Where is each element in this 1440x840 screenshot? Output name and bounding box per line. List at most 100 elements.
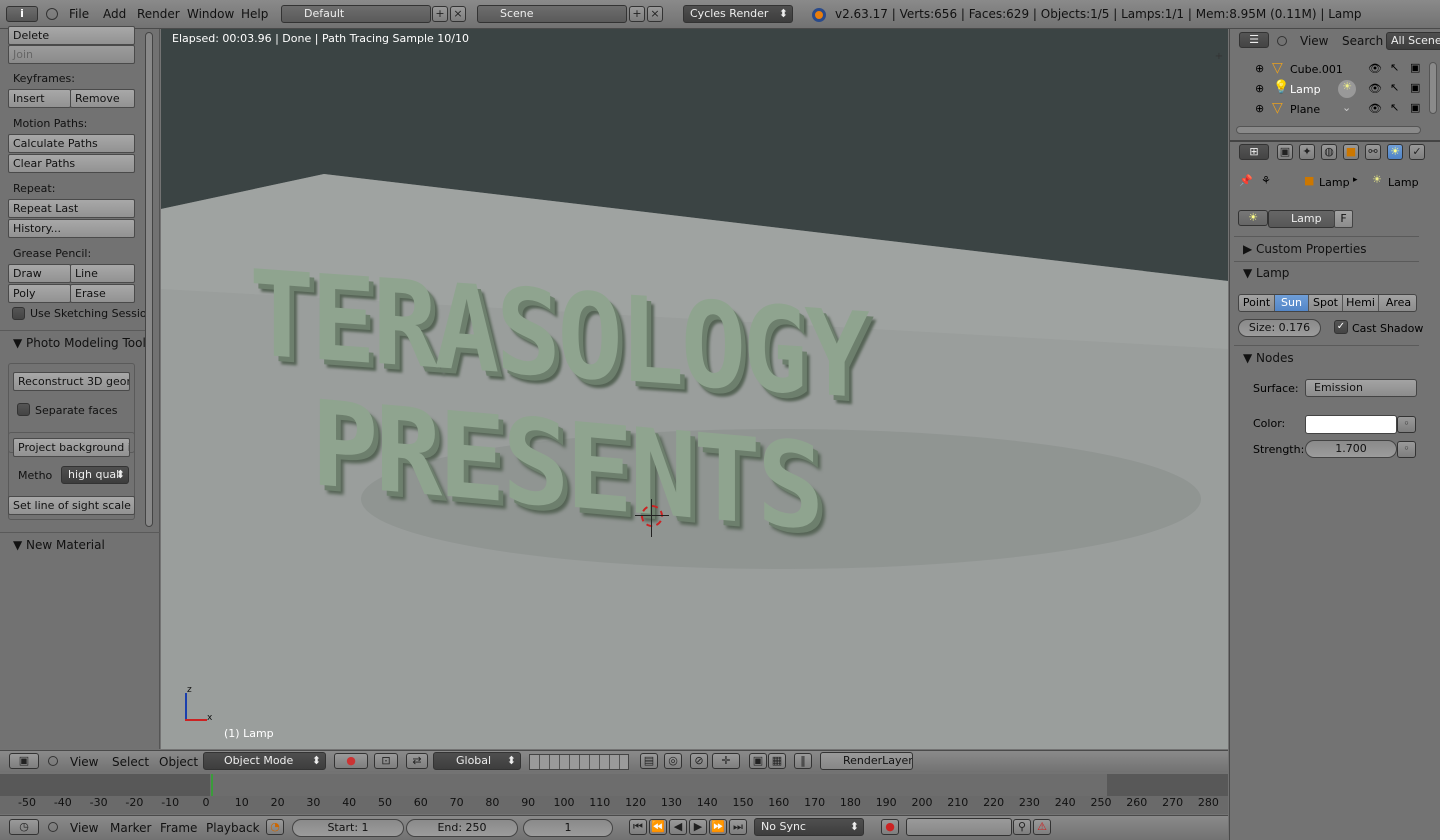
collapse-icon[interactable]: [48, 822, 58, 832]
outliner-menu-search[interactable]: Search: [1342, 34, 1383, 48]
world-tab-icon[interactable]: ◍: [1321, 144, 1337, 160]
outliner-row[interactable]: ⊕ 💡 Lamp ☀ 👁 ↖ ▣: [1230, 80, 1430, 100]
scene-select[interactable]: Scene: [477, 5, 627, 23]
collapse-icon[interactable]: [46, 8, 58, 20]
add-scene-button[interactable]: +: [629, 6, 645, 22]
menu-view[interactable]: View: [70, 821, 98, 835]
sync-select[interactable]: No Sync ⬍: [754, 818, 864, 836]
3d-cursor-icon[interactable]: [641, 505, 663, 527]
jump-end-icon[interactable]: ⏭: [729, 819, 747, 835]
toolshelf-scrollbar[interactable]: [145, 32, 153, 527]
menu-select[interactable]: Select: [112, 755, 149, 769]
outliner-item-label[interactable]: Plane: [1290, 103, 1320, 116]
menu-file[interactable]: File: [69, 7, 89, 21]
lamp-size-field[interactable]: Size: 0.176: [1238, 319, 1321, 337]
new-material-panel-header[interactable]: ▼ New Material: [13, 538, 105, 552]
keying-set-field[interactable]: [906, 818, 1012, 836]
menu-add[interactable]: Add: [103, 7, 126, 21]
lamp-datablock-name-field[interactable]: Lamp: [1268, 210, 1335, 228]
collapse-icon[interactable]: [1277, 36, 1287, 46]
expand-icon[interactable]: ⊕: [1255, 62, 1264, 75]
delete-button[interactable]: Delete: [8, 26, 135, 45]
expand-icon[interactable]: ⊕: [1255, 82, 1264, 95]
menu-view[interactable]: View: [70, 755, 98, 769]
start-frame-field[interactable]: Start: 1: [292, 819, 404, 837]
menu-render[interactable]: Render: [137, 7, 180, 21]
menu-marker[interactable]: Marker: [110, 821, 151, 835]
surface-shader-select[interactable]: Emission: [1305, 379, 1417, 397]
menu-playback[interactable]: Playback: [206, 821, 260, 835]
lamp-datablock-browse-button[interactable]: ☀: [1238, 210, 1268, 226]
mode-select[interactable]: Object Mode ⬍: [203, 752, 326, 770]
constraints-tab-icon[interactable]: ⚯: [1365, 144, 1381, 160]
outliner-menu-view[interactable]: View: [1300, 34, 1328, 48]
separate-faces-checkbox[interactable]: [17, 403, 30, 416]
reconstruct-3d-button[interactable]: Reconstruct 3D geom: [13, 372, 130, 391]
visibility-icon[interactable]: 👁: [1368, 62, 1382, 75]
expand-icon[interactable]: ⊕: [1255, 102, 1264, 115]
select-restrict-icon[interactable]: ↖: [1390, 101, 1399, 114]
add-keying-set-icon[interactable]: ⚲: [1013, 819, 1031, 835]
history-button[interactable]: History...: [8, 219, 135, 238]
custom-properties-panel-header[interactable]: ▶ Custom Properties: [1243, 242, 1366, 256]
render-restrict-icon[interactable]: ▣: [1410, 101, 1420, 114]
shading-button[interactable]: ●: [334, 753, 368, 769]
scene-tab-icon[interactable]: ✦: [1299, 144, 1315, 160]
end-frame-field[interactable]: End: 250: [406, 819, 518, 837]
lamp-type-point[interactable]: Point: [1239, 295, 1275, 311]
add-screen-button[interactable]: +: [432, 6, 448, 22]
snap-target-icon[interactable]: ✛: [712, 753, 740, 769]
repeat-last-button[interactable]: Repeat Last: [8, 199, 135, 218]
join-button[interactable]: Join: [8, 45, 135, 64]
clear-paths-button[interactable]: Clear Paths: [8, 154, 135, 173]
outliner-row[interactable]: ⊕ ▽ Plane ⌄ 👁 ↖ ▣: [1230, 100, 1430, 120]
grease-erase-button[interactable]: Erase: [70, 284, 135, 303]
play-reverse-icon[interactable]: ◀: [669, 819, 687, 835]
strength-field[interactable]: 1.700: [1305, 440, 1397, 458]
fake-user-button[interactable]: F: [1334, 210, 1353, 228]
object-tab-icon[interactable]: ■: [1343, 144, 1359, 160]
jump-next-key-icon[interactable]: ⏩: [709, 819, 727, 835]
menu-window[interactable]: Window: [187, 7, 234, 21]
snap-icon[interactable]: ⊘: [690, 753, 708, 769]
method-select[interactable]: high qual ⬍: [61, 466, 129, 484]
editor-type-button[interactable]: ◷: [9, 819, 39, 835]
render-layer-select[interactable]: RenderLayer: [820, 752, 913, 770]
info-editor-type-button[interactable]: i: [6, 6, 38, 22]
outliner-row[interactable]: ⊕ ▽ Cube.001 👁 ↖ ▣: [1230, 60, 1430, 80]
lock-layers-icon[interactable]: ▤: [640, 753, 658, 769]
jump-prev-key-icon[interactable]: ⏪: [649, 819, 667, 835]
render-engine-select[interactable]: Cycles Render ⬍: [683, 5, 793, 23]
outliner-display-mode-select[interactable]: All Scenes: [1386, 32, 1440, 50]
lamp-data-tab-icon[interactable]: ☀: [1387, 144, 1403, 160]
timeline-area[interactable]: -50 -40 -30 -20 -10 0 10 20 30 40 50 60 70 80 90 100 110…: [0, 774, 1228, 814]
pin-icon[interactable]: 📌: [1239, 174, 1253, 187]
menu-object[interactable]: Object: [159, 755, 198, 769]
select-restrict-icon[interactable]: ↖: [1390, 61, 1399, 74]
select-restrict-icon[interactable]: ↖: [1390, 81, 1399, 94]
render-image-icon[interactable]: ▣: [749, 753, 767, 769]
lamp-type-area[interactable]: Area: [1379, 295, 1416, 311]
menu-help[interactable]: Help: [241, 7, 268, 21]
grease-line-button[interactable]: Line: [70, 264, 135, 283]
grease-draw-button[interactable]: Draw: [8, 264, 71, 283]
manipulator-button[interactable]: ⇄: [406, 753, 428, 769]
jump-start-icon[interactable]: ⏮: [629, 819, 647, 835]
project-background-button[interactable]: Project background im: [13, 438, 130, 457]
current-frame-field[interactable]: 1: [523, 819, 613, 837]
cast-shadow-checkbox[interactable]: ✓: [1334, 320, 1348, 334]
viewport-corner-plus-icon[interactable]: +: [1213, 51, 1225, 63]
pivot-button[interactable]: ⊡: [374, 753, 398, 769]
3d-viewport[interactable]: TERASOLOGY PRESENTS Elapsed: 00:03.96 | …: [161, 29, 1228, 749]
preview-range-icon[interactable]: ◔: [266, 819, 284, 835]
menu-frame[interactable]: Frame: [160, 821, 197, 835]
render-restrict-icon[interactable]: ▣: [1410, 81, 1420, 94]
render-tab-icon[interactable]: ▣: [1277, 144, 1293, 160]
calculate-paths-button[interactable]: Calculate Paths: [8, 134, 135, 153]
insert-keyframe-button[interactable]: Insert: [8, 89, 71, 108]
color-swatch[interactable]: [1305, 415, 1397, 434]
outliner-vscrollbar[interactable]: [1429, 62, 1437, 114]
properties-type-button[interactable]: ⊞: [1239, 144, 1269, 160]
grease-poly-button[interactable]: Poly: [8, 284, 71, 303]
sketching-checkbox[interactable]: [12, 307, 25, 320]
